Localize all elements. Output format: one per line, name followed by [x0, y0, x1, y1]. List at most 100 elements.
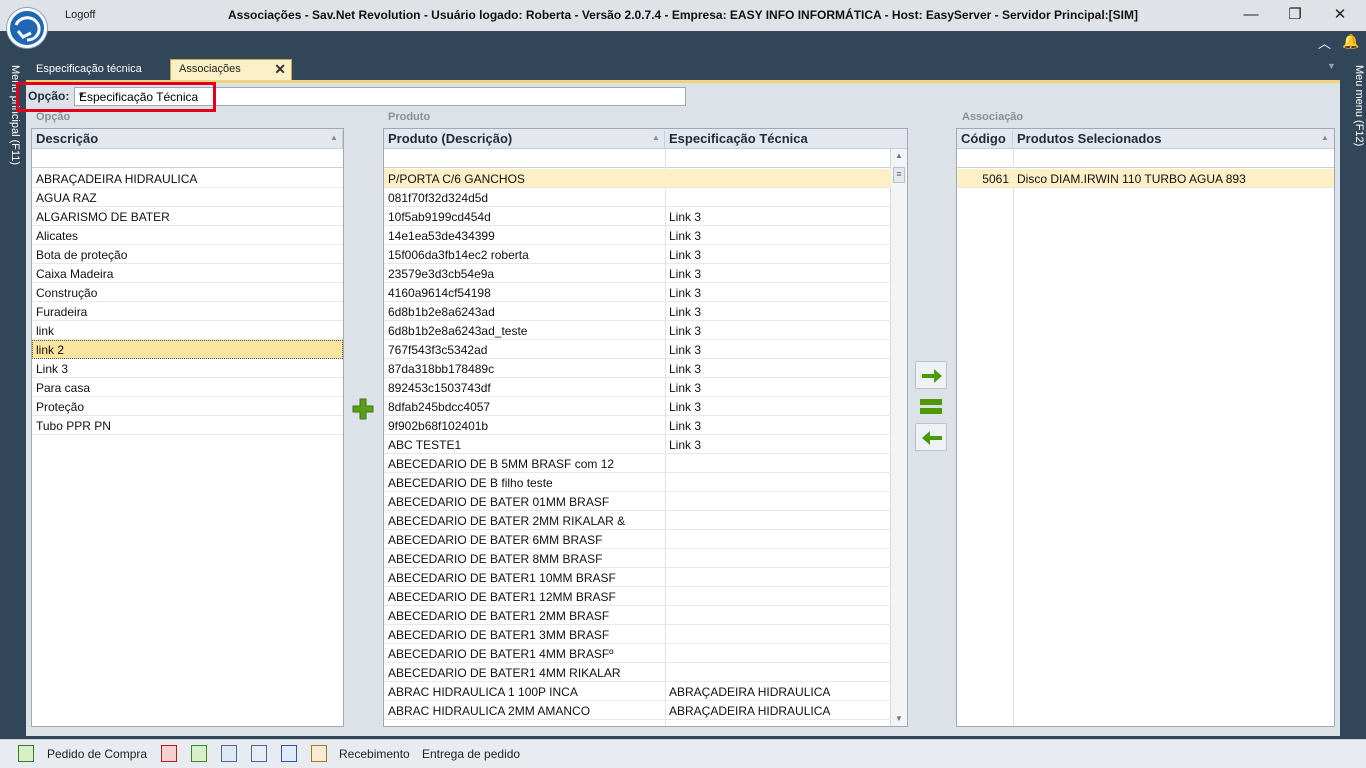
cell-produto: 10f5ab9199cd454d [388, 210, 491, 224]
cell-produto: ABECEDARIO DE BATER1 4MM RIKALAR [388, 666, 621, 680]
table-row[interactable]: Proteção [32, 397, 343, 416]
scroll-thumb[interactable]: ≡ [893, 167, 905, 183]
table-row[interactable]: 6d8b1b2e8a6243ad Link 3 [384, 302, 891, 321]
window-title: Associações - Sav.Net Revolution - Usuár… [227, 8, 1138, 22]
table-row[interactable]: ABECEDARIO DE BATER 2MM RIKALAR & [384, 511, 891, 530]
cell-produto: 892453c1503743df [388, 381, 491, 395]
table-row[interactable]: Furadeira [32, 302, 343, 321]
table-row[interactable]: ABECEDARIO DE BATER1 12MM BRASF [384, 587, 891, 606]
status-item-pedido-compra[interactable]: Pedido de Compra [47, 747, 147, 761]
table-row[interactable]: 87da318bb178489c Link 3 [384, 359, 891, 378]
vertical-scrollbar[interactable]: ▲ ≡ ▼ [890, 149, 907, 726]
cell-produto: ABECEDARIO DE BATER1 2MM BRASF [388, 609, 610, 623]
cell-produto: 081f70f32d324d5d [388, 191, 489, 205]
report-green-icon[interactable] [191, 745, 207, 762]
table-row[interactable]: Caixa Madeira [32, 264, 343, 283]
table-row[interactable]: AGUA RAZ [32, 188, 343, 207]
cell-descricao: Caixa Madeira [36, 267, 114, 281]
users-icon[interactable] [311, 745, 327, 762]
table-row[interactable]: ABECEDARIO DE BATER 6MM BRASF [384, 530, 891, 549]
cell-especificacao: Link 3 [669, 362, 702, 376]
table-row[interactable]: link 2 [32, 340, 343, 359]
cell-produto: ABECEDARIO DE BATER 6MM BRASF [388, 533, 603, 547]
column-header-produtos-selecionados[interactable]: Produtos Selecionados [1013, 131, 1334, 151]
document-icon[interactable] [221, 745, 237, 762]
add-association-button[interactable] [915, 361, 947, 389]
table-row[interactable]: Bota de proteção [32, 245, 343, 264]
table-row[interactable]: Alicates [32, 226, 343, 245]
chevron-up-icon[interactable]: ︿ [1318, 33, 1331, 52]
table-row[interactable]: Construção [32, 283, 343, 302]
close-tab-icon[interactable]: ✕ [274, 61, 286, 78]
app-logo-icon[interactable] [7, 8, 47, 48]
table-row[interactable]: 5061 Disco DIAM.IRWIN 110 TURBO AGUA 893 [957, 169, 1334, 188]
tab-associacoes[interactable]: Associações ✕ [170, 59, 292, 80]
table-row[interactable]: ABRAÇADEIRA HIDRAULICA [32, 169, 343, 188]
filter-row[interactable] [32, 149, 343, 168]
table-row[interactable]: ABECEDARIO DE BATER 01MM BRASF [384, 492, 891, 511]
cell-produto: ABRAC HIDRAULICA 1 100P INCA [388, 685, 578, 699]
table-row[interactable]: ABECEDARIO DE BATER 8MM BRASF [384, 549, 891, 568]
table-row[interactable]: ABECEDARIO DE BATER1 4MM BRASFº [384, 644, 891, 663]
arrow-left-icon [922, 431, 942, 445]
table-row[interactable]: ABECEDARIO DE BATER1 10MM BRASF [384, 568, 891, 587]
remove-association-button[interactable] [915, 423, 947, 451]
close-button[interactable]: ✕ [1329, 5, 1351, 25]
table-row[interactable]: ABECEDARIO DE B filho teste [384, 473, 891, 492]
add-plus-icon[interactable] [352, 398, 374, 423]
tab-list-dropdown-icon[interactable]: ▼ [1327, 61, 1336, 71]
tab-especificacao-tecnica[interactable]: Especificação técnica [30, 60, 148, 80]
table-row[interactable]: 23579e3d3cb54e9a Link 3 [384, 264, 891, 283]
cell-especificacao: Link 3 [669, 248, 702, 262]
table-row[interactable]: 892453c1503743df Link 3 [384, 378, 891, 397]
purchase-order-icon[interactable] [18, 745, 34, 762]
column-header-codigo[interactable]: Código [957, 131, 1013, 151]
table-row[interactable]: 15f006da3fb14ec2 roberta Link 3 [384, 245, 891, 264]
table-row[interactable]: P/PORTA C/6 GANCHOS [384, 169, 891, 188]
table-row[interactable]: ALGARISMO DE BATER [32, 207, 343, 226]
column-header-descricao[interactable]: Descrição [32, 131, 343, 151]
table-row[interactable]: ABC TESTE1 Link 3 [384, 435, 891, 454]
notification-bar [0, 31, 1366, 54]
table-row[interactable]: Tubo PPR PN [32, 416, 343, 435]
minimize-button[interactable]: — [1240, 5, 1262, 25]
table-row[interactable]: ABRAC HIDRAULICA 1 100P INCA ABRAÇADEIRA … [384, 682, 891, 701]
word-document-icon[interactable] [251, 745, 267, 762]
table-row[interactable]: 10f5ab9199cd454d Link 3 [384, 207, 891, 226]
table-row[interactable]: ABECEDARIO DE BATER1 4MM RIKALAR [384, 663, 891, 682]
bell-icon[interactable]: 🔔 [1342, 33, 1359, 50]
status-item-entrega-pedido[interactable]: Entrega de pedido [422, 747, 520, 761]
table-row[interactable]: 4160a9614cf54198 Link 3 [384, 283, 891, 302]
table-row[interactable]: 081f70f32d324d5d [384, 188, 891, 207]
table-row[interactable]: 9f902b68f102401b Link 3 [384, 416, 891, 435]
table-row[interactable]: 6d8b1b2e8a6243ad_teste Link 3 [384, 321, 891, 340]
column-header-produto[interactable]: Produto (Descrição) [384, 131, 665, 151]
cell-produto: 23579e3d3cb54e9a [388, 267, 495, 281]
table-row[interactable]: 8dfab245bdcc4057 Link 3 [384, 397, 891, 416]
cell-produto: ABECEDARIO DE B filho teste [388, 476, 553, 490]
scroll-up-icon[interactable]: ▲ [895, 151, 903, 160]
my-menu-toggle[interactable]: Meu menu (F12) [1347, 65, 1365, 146]
table-row[interactable]: ABECEDARIO DE B 5MM BRASF com 12 [384, 454, 891, 473]
cell-descricao: Furadeira [36, 305, 88, 319]
print-preview-icon[interactable] [281, 745, 297, 762]
table-row[interactable]: 14e1ea53de434399 Link 3 [384, 226, 891, 245]
table-row[interactable]: ABECEDARIO DE BATER1 2MM BRASF [384, 606, 891, 625]
table-row[interactable]: link [32, 321, 343, 340]
cell-especificacao: Link 3 [669, 324, 702, 338]
cell-descricao: Alicates [36, 229, 79, 243]
cell-produto: 8dfab245bdcc4057 [388, 400, 491, 414]
table-row[interactable]: 767f543f3c5342ad Link 3 [384, 340, 891, 359]
equal-button[interactable] [915, 392, 947, 420]
table-row[interactable]: Link 3 [32, 359, 343, 378]
table-row[interactable]: ABECEDARIO DE BATER1 3MM BRASF [384, 625, 891, 644]
status-item-recebimento[interactable]: Recebimento [339, 747, 410, 761]
column-header-especificacao[interactable]: Especificação Técnica [665, 131, 907, 151]
main-menu-toggle[interactable]: Menu principal (F11) [3, 65, 21, 165]
restore-button[interactable]: ❐ [1284, 5, 1306, 25]
filter-row[interactable] [384, 149, 892, 168]
table-row[interactable]: ABRAC HIDRAULICA 2MM AMANCO ABRAÇADEIRA H… [384, 701, 891, 720]
table-row[interactable]: Para casa [32, 378, 343, 397]
scroll-down-icon[interactable]: ▼ [895, 714, 903, 723]
report-red-icon[interactable] [161, 745, 177, 762]
